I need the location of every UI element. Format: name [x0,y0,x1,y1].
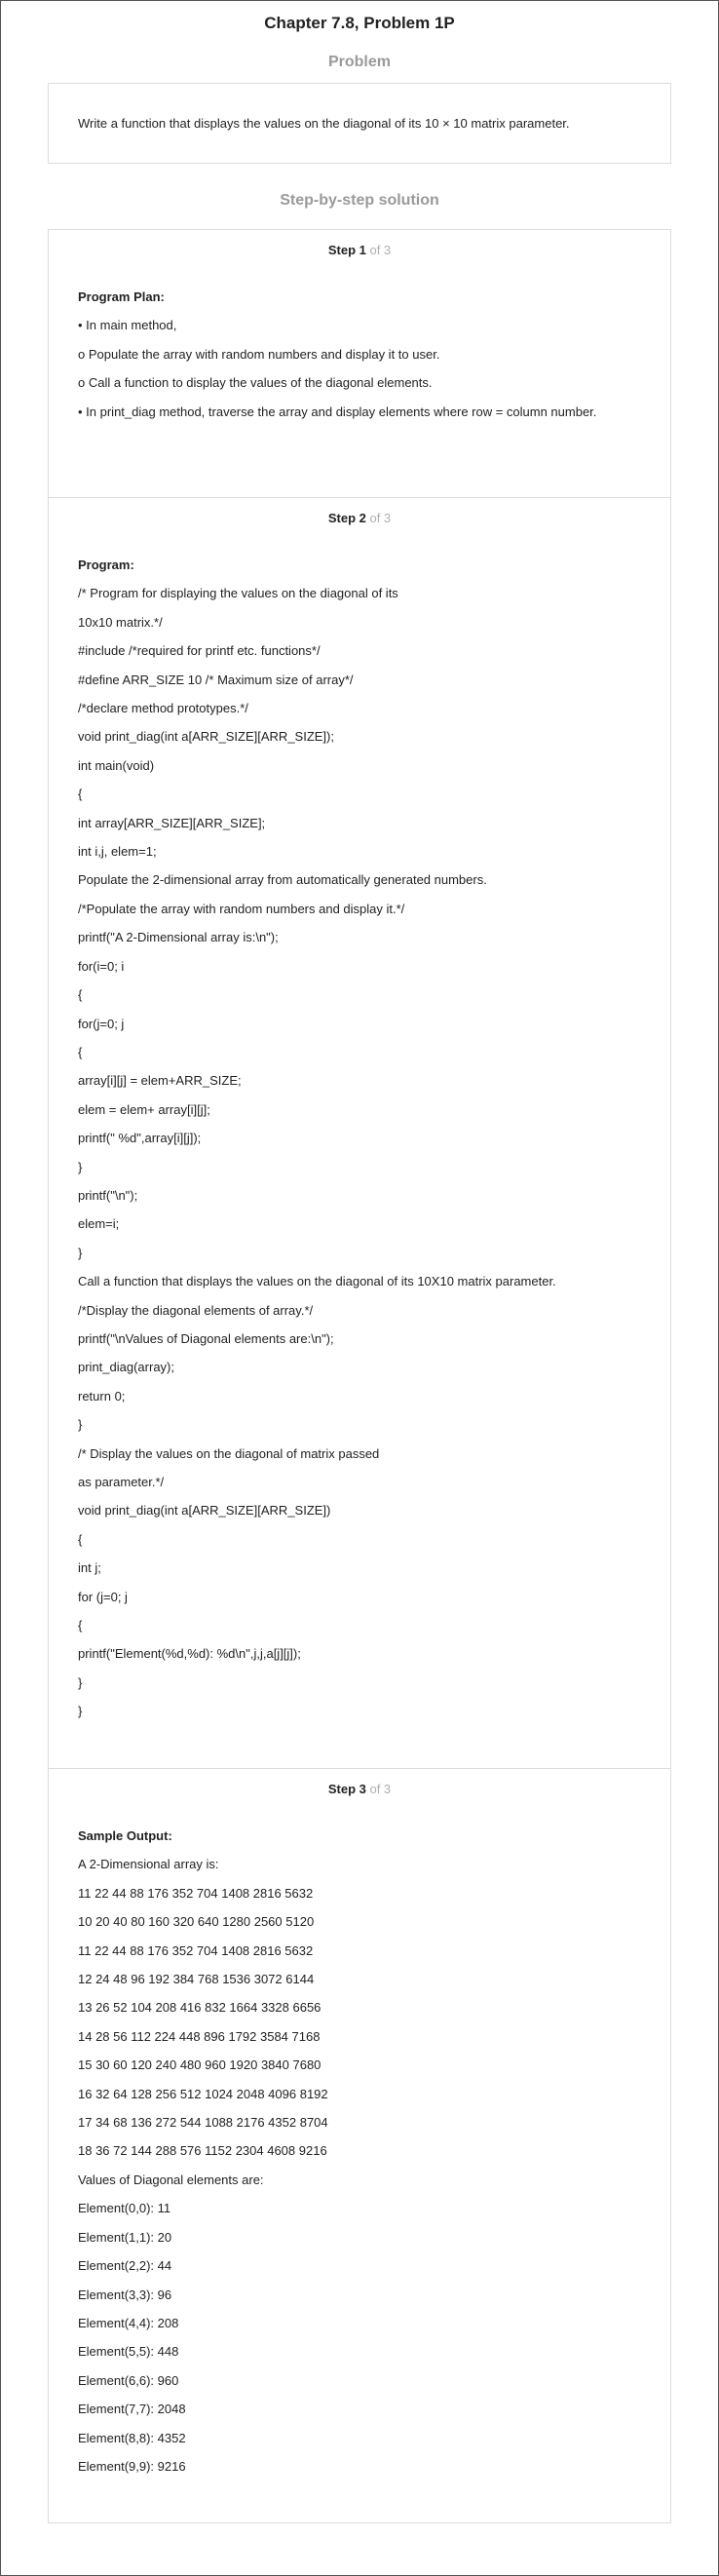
step-2-line: #define ARR_SIZE 10 /* Maximum size of a… [78,672,354,687]
step-2-count: of 3 [365,511,392,525]
problem-heading: Problem [327,54,391,70]
step-1-line: Program Plan: [78,289,165,304]
step-3-line: 11 22 44 88 176 352 704 1408 2816 5632 [78,1942,314,1958]
step-2-line: elem = elem+ array[i][j]; [78,1101,210,1117]
step-3-line: Element(1,1): 20 [78,2229,172,2245]
step-2-line: elem=i; [78,1216,120,1232]
step-2-line: printf(" %d",array[i][j]); [78,1131,202,1146]
step-2-line: 10x10 matrix.*/ [78,614,163,630]
step-2-line: printf("A 2-Dimensional array is:\n"); [78,930,279,945]
page-title: Chapter 7.8, Problem 1P [264,14,455,32]
step-2-body: Program: /* Program for displaying the va… [78,527,641,1726]
step-1-body: Program Plan: • In main method, o Populate… [78,259,641,426]
problem-text: Write a function that displays the value… [78,116,570,131]
step-2-line: int array[ARR_SIZE][ARR_SIZE]; [78,815,266,830]
step-1-label: Step 1 [327,243,366,257]
step-2-line: } [78,1674,83,1690]
step-3-line: 16 32 64 128 256 512 1024 2048 4096 8192 [78,2086,328,2101]
step-2-line: Populate the 2-dimensional array from au… [78,872,487,888]
step-3-line: Element(9,9): 9216 [78,2458,186,2474]
step-3-line: 11 22 44 88 176 352 704 1408 2816 5632 [78,1885,314,1901]
step-2-line: /*declare method prototypes.*/ [78,701,248,716]
problem-box: Write a function that displays the value… [48,83,671,164]
step-2-line: { [78,1044,83,1059]
step-2-line: } [78,1159,83,1174]
step-2-line: { [78,787,83,802]
step-2-line: /*Display the diagonal elements of array… [78,1302,314,1318]
step-3-line: 17 34 68 136 272 544 1088 2176 4352 8704 [78,2115,328,2131]
step-2-line: { [78,1618,83,1634]
step-1-line: • In print_diag method, traverse the arr… [78,404,597,419]
step-2-line: { [78,1531,83,1547]
step-3-line: 15 30 60 120 240 480 960 1920 3840 7680 [78,2057,322,2073]
page-frame: Chapter 7.8, Problem 1P Problem Write a … [0,0,719,2576]
step-2-line: { [78,987,83,1003]
step-3-line: 10 20 40 80 160 320 640 1280 2560 5120 [78,1914,315,1930]
step-2-label: Step 2 [327,511,366,525]
step-3-line: Element(3,3): 96 [78,2287,172,2302]
step-1-line: o Populate the array with random numbers… [78,346,440,362]
step-2-line: #include /*required for printf etc. func… [78,643,321,659]
step-3-line: 18 36 72 144 288 576 1152 2304 4608 9216 [78,2143,327,2159]
step-2: Step 2 of 3 Program: /* Program for displ… [49,497,670,1768]
step-2-line: for (j=0; j [78,1589,128,1604]
step-2-line: Call a function that displays the values… [78,1274,556,1289]
step-2-line: /* Display the values on the diagonal of… [78,1445,380,1461]
step-2-header: Step 2 of 3 [78,498,641,527]
step-2-line: return 0; [78,1388,126,1403]
step-3-count: of 3 [365,1782,392,1796]
step-2-line: int main(void) [78,757,155,773]
step-2-line: int i,j, elem=1; [78,844,157,860]
step-2-line: /* Program for displaying the values on … [78,586,398,601]
step-3-line: Element(8,8): 4352 [78,2430,186,2445]
step-2-line: } [78,1417,83,1433]
step-3-line: Sample Output: [78,1828,172,1843]
step-2-line: void print_diag(int a[ARR_SIZE][ARR_SIZE… [78,1503,331,1519]
step-2-line: /*Populate the array with random numbers… [78,901,405,916]
step-3-header: Step 3 of 3 [78,1769,641,1798]
step-2-line: print_diag(array); [78,1360,174,1375]
step-3-line: Element(7,7): 2048 [78,2402,186,2417]
step-2-line: as parameter.*/ [78,1475,165,1489]
step-3-label: Step 3 [327,1782,366,1796]
step-3-line: Values of Diagonal elements are: [78,2172,264,2187]
step-3-body: Sample Output: A 2-Dimensional array is: 1… [78,1798,641,2480]
step-3-line: A 2-Dimensional array is: [78,1857,219,1872]
step-1: Step 1 of 3 Program Plan: • In main metho… [49,230,670,497]
step-3-line: 12 24 48 96 192 384 768 1536 3072 6144 [78,1972,315,1987]
step-1-header: Step 1 of 3 [78,230,641,259]
step-2-line: void print_diag(int a[ARR_SIZE][ARR_SIZE… [78,729,334,745]
step-2-line: Program: [78,557,134,572]
solution-box: Step 1 of 3 Program Plan: • In main metho… [48,229,671,2523]
step-3-line: 14 28 56 112 224 448 896 1792 3584 7168 [78,2028,321,2044]
step-2-line: printf("\nValues of Diagonal elements ar… [78,1330,334,1346]
step-2-line: } [78,1704,83,1719]
step-3-line: 13 26 52 104 208 416 832 1664 3328 6656 [78,2000,322,2016]
step-1-line: o Call a function to display the values … [78,375,433,391]
step-3: Step 3 of 3 Sample Output: A 2-Dimensiona… [49,1768,670,2522]
step-2-line: printf("Element(%d,%d): %d\n",j,j,a[j][j… [78,1646,301,1662]
step-2-line: int j; [78,1560,101,1576]
step-3-line: Element(4,4): 208 [78,2315,179,2330]
solution-heading: Step-by-step solution [280,192,439,209]
step-1-count: of 3 [365,243,392,257]
step-2-line: printf("\n"); [78,1187,138,1203]
step-2-line: array[i][j] = elem+ARR_SIZE; [78,1073,242,1089]
step-3-line: Element(0,0): 11 [78,2201,171,2216]
step-2-line: for(i=0; i [78,958,125,974]
step-2-line: for(j=0; j [78,1016,125,1031]
step-3-line: Element(6,6): 960 [78,2372,179,2388]
step-3-line: Element(2,2): 44 [78,2258,172,2274]
step-1-line: • In main method, [78,318,177,333]
step-2-line: } [78,1245,83,1260]
step-3-line: Element(5,5): 448 [78,2344,179,2360]
